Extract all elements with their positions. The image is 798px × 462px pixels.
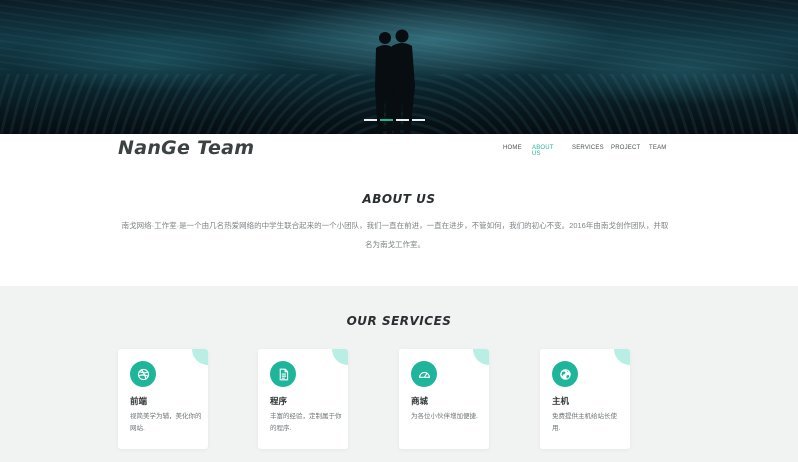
service-card-title: 商城 bbox=[411, 396, 429, 406]
brand-logo[interactable]: NanGe Team bbox=[118, 137, 254, 159]
nav-project[interactable]: PROJECT bbox=[611, 145, 640, 151]
nav-services[interactable]: SERVICES bbox=[572, 145, 604, 151]
card-corner-decoration bbox=[332, 349, 348, 365]
service-card-frontend[interactable]: 前端 视简美学为辅，美化你的网站. bbox=[118, 349, 208, 449]
nav-home[interactable]: HOME bbox=[503, 145, 522, 151]
gauge-icon bbox=[411, 361, 437, 387]
card-corner-decoration bbox=[192, 349, 208, 365]
document-icon bbox=[270, 361, 296, 387]
carousel-dot[interactable] bbox=[412, 119, 425, 121]
carousel-dot[interactable] bbox=[396, 119, 409, 121]
carousel-dot[interactable] bbox=[380, 119, 393, 121]
about-title: ABOUT US bbox=[362, 192, 436, 206]
hero-banner bbox=[0, 0, 798, 134]
service-card-host[interactable]: 主机 免费提供主机给站长使用. bbox=[540, 349, 630, 449]
service-card-desc: 丰富的经验，定制属于你的程序. bbox=[270, 413, 342, 432]
service-card-title: 前端 bbox=[130, 396, 148, 406]
service-card-title: 主机 bbox=[552, 396, 570, 406]
carousel-dot[interactable] bbox=[364, 119, 377, 121]
service-card-program[interactable]: 程序 丰富的经验，定制属于你的程序. bbox=[258, 349, 348, 449]
service-card-title: 程序 bbox=[270, 396, 288, 406]
service-card-desc: 视简美学为辅，美化你的网站. bbox=[130, 413, 202, 432]
service-card-desc: 免费提供主机给站长使用. bbox=[552, 413, 617, 432]
service-card-desc: 为各位小伙伴增加便捷. bbox=[411, 413, 478, 420]
service-card-mall[interactable]: 商城 为各位小伙伴增加便捷. bbox=[399, 349, 489, 449]
nav-about-us[interactable]: ABOUT US bbox=[532, 145, 554, 157]
card-corner-decoration bbox=[614, 349, 630, 365]
globe-icon bbox=[552, 361, 578, 387]
about-text: 南戈网络·工作室·是一个由几名热爱网络的中学生联合起来的一个小团队，我们一直在前… bbox=[121, 221, 669, 249]
services-title: OUR SERVICES bbox=[346, 314, 452, 328]
card-corner-decoration bbox=[473, 349, 489, 365]
services-section: OUR SERVICES 前端 视简美学为辅，美化你的网站. 程序 丰富的经验，… bbox=[0, 286, 798, 462]
about-section: ABOUT US 南戈网络·工作室·是一个由几名热爱网络的中学生联合起来的一个小… bbox=[0, 164, 798, 286]
nav-team[interactable]: TEAM bbox=[649, 145, 666, 151]
dribbble-icon bbox=[130, 361, 156, 387]
navbar: NanGe Team HOME ABOUT US SERVICES PROJEC… bbox=[0, 134, 798, 164]
carousel-indicators bbox=[364, 119, 425, 121]
